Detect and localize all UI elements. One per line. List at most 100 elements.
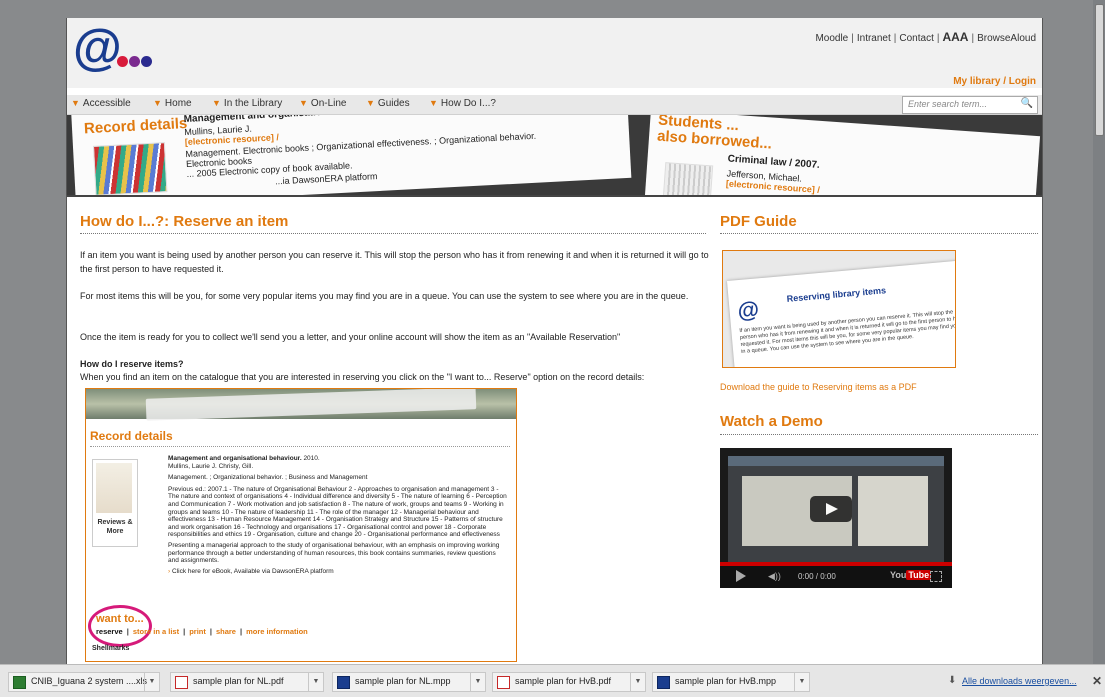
show-all-downloads-link[interactable]: Alle downloads weergeven... bbox=[962, 676, 1077, 686]
subheading: How do I reserve items? bbox=[80, 359, 184, 369]
banner-text: Management and organisational behav... bbox=[183, 115, 375, 125]
download-filename: sample plan for NL.mpp bbox=[355, 676, 451, 686]
chevron-down-icon: ▼ bbox=[71, 98, 80, 108]
ebook-link[interactable]: Click here for eBook, Available via Daws… bbox=[172, 568, 334, 575]
search-input[interactable]: Enter search term... 🔍 bbox=[902, 96, 1038, 114]
shelfmarks-heading: Shellmarks bbox=[92, 645, 130, 652]
download-item[interactable]: sample plan for NL.mpp ▼ bbox=[332, 672, 486, 692]
hero-banner: Record details Management and organisati… bbox=[67, 115, 1042, 197]
book-authors: Mullins, Laurie J. Christy, Gill. bbox=[168, 462, 254, 470]
nav-item-accessible[interactable]: ▼ Accessible bbox=[71, 98, 131, 109]
link-intranet[interactable]: Intranet bbox=[857, 33, 891, 44]
download-item[interactable]: sample plan for NL.pdf ▼ bbox=[170, 672, 324, 692]
excel-file-icon bbox=[13, 676, 26, 689]
logo-dot bbox=[141, 56, 152, 67]
project-file-icon bbox=[337, 676, 350, 689]
pdf-page-title: Reserving library items bbox=[786, 285, 887, 304]
nav-item-on-line[interactable]: ▼ On-Line bbox=[299, 98, 347, 109]
chevron-down-icon[interactable]: ▼ bbox=[144, 673, 159, 691]
demo-video-player[interactable]: ◀)) 0:00 / 0:00 You Tube bbox=[720, 448, 952, 588]
download-filename: sample plan for NL.pdf bbox=[193, 676, 284, 686]
book-summary: Presenting a managerial approach to the … bbox=[168, 541, 500, 565]
play-button[interactable] bbox=[810, 496, 852, 522]
link-moodle[interactable]: Moodle bbox=[815, 33, 848, 44]
chevron-right-icon: › bbox=[168, 567, 171, 575]
watch-demo-heading: Watch a Demo bbox=[720, 413, 823, 430]
banner-record-title: Record details bbox=[83, 115, 188, 138]
scrollbar-thumb[interactable] bbox=[1095, 4, 1104, 136]
banner-book-image bbox=[92, 142, 168, 195]
paragraph: When you find an item on the catalogue t… bbox=[80, 372, 645, 382]
pdf-guide-thumbnail[interactable]: @ Reserving library items If an item you… bbox=[722, 250, 956, 368]
nav-item-guides[interactable]: ▼ Guides bbox=[366, 98, 410, 109]
pdf-file-icon bbox=[175, 676, 188, 689]
download-item[interactable]: sample plan for HvB.mpp ▼ bbox=[652, 672, 810, 692]
utility-links: Moodle | Intranet | Contact | AAA | BrowseAloud bbox=[815, 30, 1036, 44]
search-placeholder: Enter search term... bbox=[908, 99, 988, 109]
chevron-down-icon[interactable]: ▼ bbox=[630, 673, 645, 691]
chevron-down-icon[interactable]: ▼ bbox=[794, 673, 809, 691]
record-details-title: Record details bbox=[90, 429, 173, 443]
chevron-down-icon: ▼ bbox=[153, 98, 162, 108]
link-contact[interactable]: Contact bbox=[899, 33, 933, 44]
logo-dot bbox=[117, 56, 128, 67]
search-icon[interactable]: 🔍 bbox=[1021, 98, 1033, 109]
store-in-list-link[interactable]: store in a list bbox=[133, 627, 179, 636]
download-filename: CNIB_Iguana 2 system ....xls bbox=[31, 676, 148, 686]
chevron-down-icon[interactable]: ▼ bbox=[470, 673, 485, 691]
reviews-more-label[interactable]: Reviews & More bbox=[95, 518, 135, 536]
site-logo[interactable]: @ bbox=[73, 22, 183, 76]
paragraph: For most items this will be you, for som… bbox=[80, 291, 689, 301]
banner-also-borrowed: also borrowed... bbox=[656, 127, 773, 153]
main-nav: ▼ Accessible ▼ Home ▼ In the Library ▼ On-Li… bbox=[67, 95, 1042, 115]
pdf-page-preview: @ Reserving library items If an item you… bbox=[727, 259, 956, 367]
book-cover[interactable]: Reviews & More bbox=[92, 459, 138, 547]
pdf-guide-heading: PDF Guide bbox=[720, 213, 797, 230]
book-contents: Previous ed.: 2007.1 - The nature of Org… bbox=[168, 485, 507, 539]
divider bbox=[720, 233, 1038, 234]
nav-item-how-do-i[interactable]: ▼ How Do I...? bbox=[429, 98, 496, 109]
share-link[interactable]: share bbox=[216, 627, 236, 636]
reserve-link[interactable]: reserve bbox=[96, 627, 123, 636]
pdf-file-icon bbox=[497, 676, 510, 689]
download-filename: sample plan for HvB.pdf bbox=[515, 676, 612, 686]
divider bbox=[90, 446, 510, 447]
print-link[interactable]: print bbox=[189, 627, 206, 636]
chevron-down-icon: ▼ bbox=[212, 98, 221, 108]
banner-record-paper: Record details Management and organisati… bbox=[71, 115, 632, 195]
record-actions: reserve | store in a list | print | share | more… bbox=[96, 627, 308, 636]
fullscreen-icon[interactable] bbox=[930, 571, 942, 582]
book-title[interactable]: Management and organisational behaviour. bbox=[168, 455, 302, 462]
paragraph: If an item you want is being used by ano… bbox=[80, 250, 709, 274]
link-browsealoud[interactable]: BrowseAloud bbox=[977, 33, 1036, 44]
download-arrow-icon: ⬇ bbox=[948, 675, 957, 686]
download-item[interactable]: CNIB_Iguana 2 system ....xls ▼ bbox=[8, 672, 160, 692]
browser-page: @ Moodle | Intranet | Contact | AAA | BrowseAlou… bbox=[66, 18, 1043, 666]
page-title: How do I...?: Reserve an item bbox=[80, 213, 289, 230]
nav-item-in-the-library[interactable]: ▼ In the Library bbox=[212, 98, 282, 109]
record-details-screenshot: Record details Reviews & More Management… bbox=[85, 388, 517, 662]
video-time: 0:00 / 0:00 bbox=[798, 572, 836, 581]
highlight-circle bbox=[88, 605, 152, 647]
close-icon[interactable]: ✕ bbox=[1092, 674, 1102, 688]
chevron-down-icon: ▼ bbox=[299, 98, 308, 108]
download-item[interactable]: sample plan for HvB.pdf ▼ bbox=[492, 672, 646, 692]
book-subjects: Management. ; Organizational behavior. ;… bbox=[168, 474, 368, 482]
chevron-down-icon: ▼ bbox=[429, 98, 438, 108]
at-logo-icon: @ bbox=[73, 19, 122, 75]
logo-dots bbox=[117, 54, 153, 72]
banner-text: [electronic resource] / bbox=[725, 178, 821, 195]
volume-icon[interactable]: ◀)) bbox=[768, 571, 781, 582]
divider bbox=[720, 434, 1038, 435]
book-cover-image bbox=[96, 463, 132, 513]
download-pdf-link[interactable]: Download the guide to Reserving items as… bbox=[720, 382, 917, 392]
text-size-toggle[interactable]: AAA bbox=[942, 30, 968, 44]
pdf-page-text: If an item you want is being used by ano… bbox=[739, 309, 956, 356]
play-icon[interactable] bbox=[736, 570, 746, 582]
chevron-down-icon[interactable]: ▼ bbox=[308, 673, 323, 691]
my-library-login-link[interactable]: My library / Login bbox=[953, 76, 1036, 87]
more-information-link[interactable]: more information bbox=[246, 627, 308, 636]
nav-item-home[interactable]: ▼ Home bbox=[153, 98, 192, 109]
banner-text: Criminal law / 2007. bbox=[727, 153, 821, 171]
youtube-logo[interactable]: You Tube bbox=[890, 570, 932, 580]
